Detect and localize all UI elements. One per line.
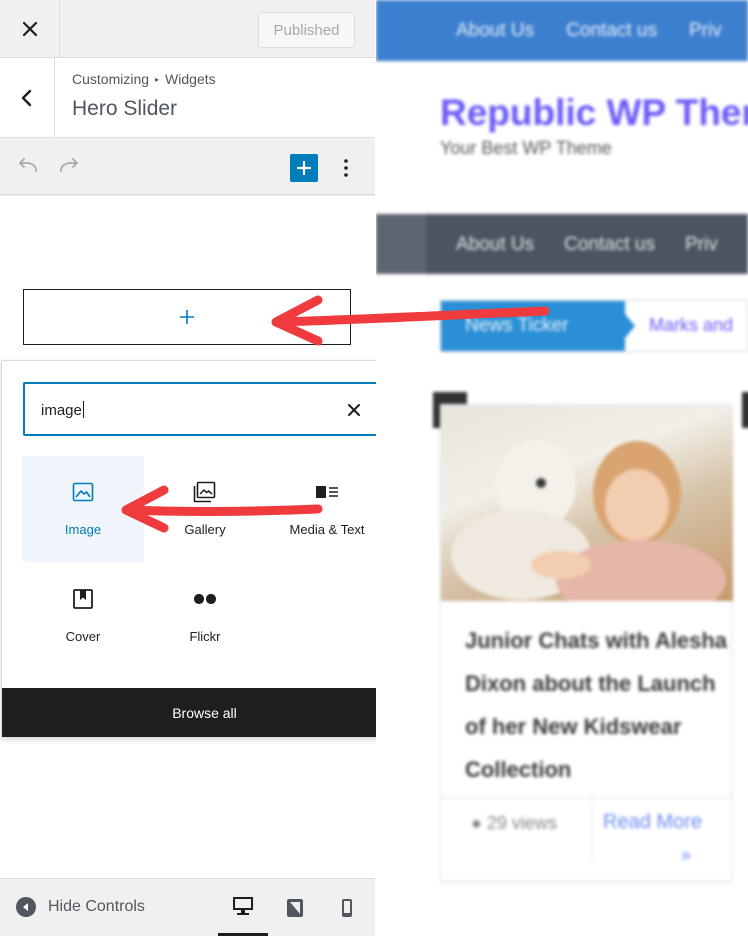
- preview-main-nav-items: About Us Contact us Priv: [456, 234, 718, 256]
- customizer-panel: Published Customizing ▸ Widgets Hero Sli…: [0, 0, 408, 936]
- close-icon: [22, 21, 37, 37]
- block-item-gallery[interactable]: Gallery: [144, 456, 266, 562]
- post-views: ● 29 views: [471, 813, 557, 834]
- block-search-input[interactable]: image: [23, 382, 389, 436]
- post-title[interactable]: Junior Chats with Alesha Dixon about the…: [465, 619, 727, 791]
- search-value: image: [41, 402, 82, 419]
- back-button[interactable]: [0, 58, 55, 138]
- post-thumbnail-photo: [451, 440, 726, 601]
- search-value-wrapper: image: [41, 401, 84, 419]
- block-item-label: Gallery: [184, 522, 226, 537]
- breadcrumb-separator-icon: ▸: [155, 74, 160, 84]
- block-appender-button[interactable]: [23, 289, 351, 345]
- mobile-icon: [342, 899, 352, 917]
- undo-icon: [19, 158, 37, 172]
- redo-button[interactable]: [57, 154, 81, 178]
- post-views-count: 29 views: [486, 813, 557, 833]
- preview-nav-item[interactable]: Priv: [685, 234, 718, 256]
- device-mobile-button[interactable]: [322, 879, 372, 936]
- more-options-button[interactable]: [334, 154, 358, 182]
- preview-nav-band: [376, 214, 426, 274]
- preview-nav-item[interactable]: About Us: [456, 234, 534, 256]
- section-title: Hero Slider: [72, 97, 178, 120]
- media-text-icon: [315, 480, 339, 504]
- browse-all-button[interactable]: Browse all: [2, 688, 407, 737]
- preview-site-title[interactable]: Republic WP Ther: [440, 92, 748, 134]
- gallery-icon: [193, 480, 217, 504]
- collapse-icon: [16, 897, 36, 917]
- plus-icon: [297, 161, 311, 175]
- news-ticker-label: News Ticker: [441, 301, 625, 351]
- read-more-arrow[interactable]: »: [681, 845, 691, 866]
- preview-nav-item[interactable]: About Us: [456, 20, 534, 42]
- redo-icon: [60, 158, 78, 172]
- published-button[interactable]: Published: [258, 12, 355, 48]
- add-block-button[interactable]: [290, 154, 318, 182]
- read-more-link[interactable]: Read More: [603, 811, 702, 834]
- preview-nav-item[interactable]: Priv: [689, 20, 722, 42]
- block-item-media-text[interactable]: Media & Text: [266, 456, 388, 562]
- preview-news-ticker: News Ticker Marks and: [440, 300, 748, 352]
- preview-blur-layer: About Us Contact us Priv Republic WP The…: [376, 0, 748, 936]
- block-item-image[interactable]: Image: [22, 456, 144, 562]
- clear-search-button[interactable]: [342, 398, 366, 422]
- block-item-label: Flickr: [189, 629, 221, 644]
- card-foot-divider: [591, 797, 592, 863]
- block-item-label: Media & Text: [289, 522, 365, 537]
- tablet-icon: [287, 899, 303, 917]
- device-desktop-button[interactable]: [218, 879, 268, 936]
- block-item-label: Cover: [65, 629, 101, 644]
- customizer-header: Published: [0, 0, 375, 58]
- customizer-screen: Published Customizing ▸ Widgets Hero Sli…: [0, 0, 748, 936]
- block-item-cover[interactable]: Cover: [22, 563, 144, 669]
- preview-nav-item[interactable]: Contact us: [564, 234, 655, 256]
- site-preview: About Us Contact us Priv Republic WP The…: [376, 0, 748, 936]
- preview-tagline: Your Best WP Theme: [440, 138, 612, 158]
- section-header: Customizing ▸ Widgets Hero Slider: [0, 58, 375, 138]
- close-icon: [348, 404, 360, 416]
- hide-controls-button[interactable]: Hide Controls: [16, 897, 145, 917]
- text-caret: [82, 401, 84, 418]
- preview-main-nav: About Us Contact us Priv: [426, 214, 748, 274]
- cover-icon: [71, 587, 95, 611]
- preview-top-nav-items: About Us Contact us Priv: [456, 20, 722, 42]
- slider-next-icon[interactable]: [742, 392, 748, 428]
- news-ticker-text[interactable]: Marks and: [649, 315, 733, 336]
- block-item-flickr[interactable]: Flickr: [144, 563, 266, 669]
- customizer-footer: Hide Controls: [0, 878, 375, 936]
- breadcrumb: Customizing ▸ Widgets: [72, 71, 216, 87]
- chevron-left-icon: [21, 89, 32, 107]
- undo-button[interactable]: [16, 154, 40, 178]
- preview-nav-item[interactable]: Contact us: [566, 20, 657, 42]
- post-thumbnail[interactable]: [441, 405, 733, 601]
- editor-toolbar: [0, 138, 375, 195]
- more-vertical-icon: [344, 159, 348, 177]
- close-customizer-button[interactable]: [0, 0, 60, 58]
- breadcrumb-current: Widgets: [165, 71, 216, 87]
- eye-icon: ●: [471, 813, 482, 833]
- block-inserter-popover: image Image Gallery Media & Text Cover F…: [1, 360, 408, 738]
- card-divider: [441, 797, 733, 798]
- device-tablet-button[interactable]: [270, 879, 320, 936]
- preview-top-nav: About Us Contact us Priv: [376, 0, 748, 61]
- plus-icon: [180, 310, 194, 324]
- image-icon: [71, 480, 95, 504]
- ticker-arrow-icon: [625, 301, 635, 351]
- desktop-icon: [233, 897, 253, 915]
- flickr-icon: [193, 587, 217, 611]
- block-item-label: Image: [64, 522, 102, 537]
- breadcrumb-root: Customizing: [72, 71, 150, 87]
- hide-controls-label: Hide Controls: [48, 898, 145, 915]
- preview-post-card: Junior Chats with Alesha Dixon about the…: [440, 404, 733, 882]
